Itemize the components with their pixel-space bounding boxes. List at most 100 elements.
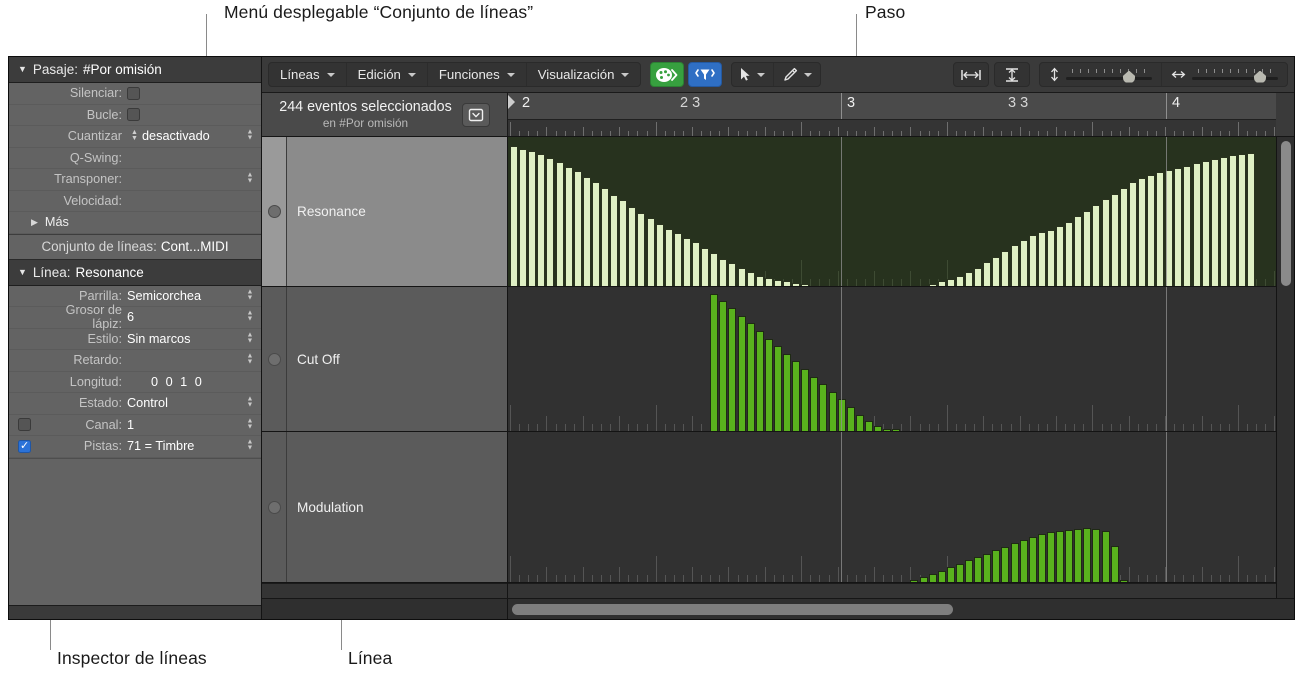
- step-bar[interactable]: [1156, 172, 1164, 286]
- note-window-button[interactable]: [461, 102, 490, 127]
- step-bar[interactable]: [537, 154, 545, 286]
- step-bar[interactable]: [783, 354, 791, 431]
- step-bar[interactable]: [728, 308, 736, 431]
- step-bar[interactable]: [1083, 211, 1091, 286]
- chevron-down-icon[interactable]: [804, 72, 813, 77]
- canal-checkbox-cell[interactable]: [9, 418, 39, 432]
- step-bar[interactable]: [692, 242, 700, 286]
- longitud-value[interactable]: 0 0 1 0: [127, 375, 261, 389]
- lane-header-cutoff[interactable]: Cut Off: [262, 287, 507, 432]
- pencil-tool-cell[interactable]: [774, 63, 820, 86]
- pistas-checkbox-cell[interactable]: [9, 439, 39, 453]
- row-qswing[interactable]: Q-Swing:: [9, 148, 261, 169]
- silenciar-checkbox[interactable]: [127, 86, 140, 100]
- canal-checkbox[interactable]: [17, 418, 31, 432]
- row-longitud[interactable]: Longitud: 0 0 1 0: [9, 372, 261, 393]
- step-bar[interactable]: [519, 149, 527, 286]
- passage-section-header[interactable]: ▼ Pasaje: #Por omisión: [9, 57, 261, 83]
- step-bar[interactable]: [628, 207, 636, 286]
- step-bar[interactable]: [1011, 245, 1019, 286]
- step-bar[interactable]: [1092, 529, 1100, 582]
- bucle-checkbox[interactable]: [127, 108, 140, 122]
- step-bar[interactable]: [701, 248, 709, 286]
- menu-visualizacion[interactable]: Visualización: [527, 63, 641, 86]
- step-bar[interactable]: [1074, 529, 1082, 582]
- chevron-down-icon[interactable]: [757, 72, 766, 77]
- step-bar[interactable]: [601, 188, 609, 286]
- step-bar[interactable]: [983, 262, 991, 286]
- mas-disclosure-icon[interactable]: ▶: [31, 217, 38, 228]
- step-bar[interactable]: [1120, 188, 1128, 286]
- parrilla-stepper-icon[interactable]: ▲ ▼: [246, 288, 254, 302]
- bar-ruler[interactable]: 2 2 3 3 3 3 4: [508, 93, 1276, 136]
- lane-grid-cutoff[interactable]: [508, 287, 1276, 432]
- step-bar[interactable]: [765, 339, 773, 431]
- step-bar[interactable]: [965, 560, 973, 582]
- step-bar[interactable]: [774, 280, 782, 286]
- step-bar[interactable]: [1065, 222, 1073, 286]
- line-set-popup[interactable]: Conjunto de líneas: Cont...MIDI: [9, 233, 261, 260]
- step-bar[interactable]: [565, 167, 573, 286]
- step-bar[interactable]: [719, 259, 727, 286]
- step-bar[interactable]: [592, 182, 600, 286]
- step-bar[interactable]: [874, 426, 882, 431]
- step-bar[interactable]: [819, 384, 827, 431]
- step-bar[interactable]: [1011, 543, 1019, 582]
- step-bar[interactable]: [956, 564, 964, 582]
- step-bar[interactable]: [792, 283, 800, 286]
- lane-grid-modulation[interactable]: [508, 432, 1276, 583]
- step-bar[interactable]: [1047, 532, 1055, 582]
- step-bar[interactable]: [637, 213, 645, 286]
- step-bar[interactable]: [838, 399, 846, 431]
- step-bar[interactable]: [1001, 251, 1009, 286]
- step-bar[interactable]: [1120, 580, 1128, 582]
- step-bar[interactable]: [910, 580, 918, 582]
- step-bar[interactable]: [929, 574, 937, 582]
- cuantizar-inline-stepper-icon[interactable]: ▲ ▼: [130, 129, 139, 142]
- step-bar[interactable]: [1183, 166, 1191, 286]
- menu-edicion[interactable]: Edición: [347, 63, 428, 86]
- row-velocidad[interactable]: Velocidad:: [9, 191, 261, 212]
- step-bar[interactable]: [947, 567, 955, 582]
- step-bar[interactable]: [992, 550, 1000, 582]
- retardo-stepper-icon[interactable]: ▲ ▼: [246, 353, 254, 367]
- step-bar[interactable]: [1102, 531, 1110, 582]
- lane-value-knob-icon[interactable]: [267, 500, 281, 514]
- step-bar[interactable]: [1138, 178, 1146, 286]
- step-bar[interactable]: [747, 323, 755, 431]
- step-bar[interactable]: [710, 253, 718, 286]
- lane-value-knob-icon[interactable]: [267, 205, 281, 218]
- step-bar[interactable]: [728, 263, 736, 286]
- lane-knob-cell-cutoff[interactable]: [262, 287, 287, 431]
- estilo-stepper-icon[interactable]: ▲ ▼: [246, 331, 254, 345]
- cuantizar-stepper-icon[interactable]: ▲ ▼: [246, 129, 254, 143]
- step-bar[interactable]: [974, 268, 982, 286]
- step-bar[interactable]: [1001, 547, 1009, 582]
- row-estilo[interactable]: Estilo: Sin marcos ▲ ▼: [9, 329, 261, 350]
- step-bar[interactable]: [920, 577, 928, 582]
- row-estado[interactable]: Estado: Control ▲ ▼: [9, 393, 261, 415]
- pointer-tool-cell[interactable]: [732, 63, 775, 86]
- step-bar[interactable]: [801, 369, 809, 431]
- step-bar[interactable]: [883, 429, 891, 431]
- vertical-zoom-track[interactable]: [1066, 68, 1152, 83]
- estado-stepper-icon[interactable]: ▲ ▼: [246, 396, 254, 410]
- step-bar[interactable]: [892, 429, 900, 431]
- horizontal-zoom-track[interactable]: [1192, 68, 1278, 83]
- step-bar[interactable]: [992, 257, 1000, 286]
- step-bar[interactable]: [847, 407, 855, 431]
- step-bar[interactable]: [610, 195, 618, 286]
- horizontal-scrollbar[interactable]: [508, 599, 1276, 619]
- step-bar[interactable]: [965, 272, 973, 286]
- step-bar[interactable]: [1020, 540, 1028, 582]
- fit-horizontal-button[interactable]: [953, 62, 989, 87]
- step-bar[interactable]: [983, 554, 991, 582]
- step-bar[interactable]: [556, 162, 564, 286]
- step-bar[interactable]: [801, 284, 809, 286]
- horizontal-scrollbar-thumb[interactable]: [512, 603, 953, 615]
- step-bar[interactable]: [1238, 154, 1246, 286]
- row-retardo[interactable]: Retardo: ▲ ▼: [9, 350, 261, 372]
- midi-filter-button[interactable]: [688, 62, 723, 87]
- step-bar[interactable]: [829, 392, 837, 431]
- step-bar[interactable]: [583, 177, 591, 286]
